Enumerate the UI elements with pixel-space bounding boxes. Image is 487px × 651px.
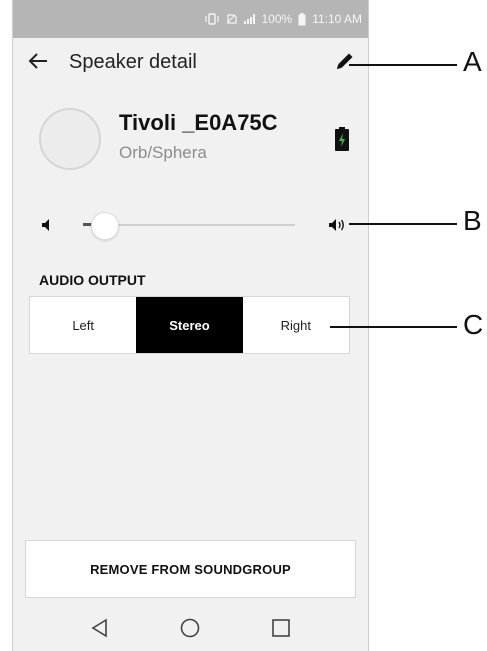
callout-letter-a: A [463,46,482,77]
callout-letter-c: C [463,309,484,340]
signal-icon [243,13,256,25]
vibrate-icon [205,13,220,25]
battery-status-icon [298,12,306,26]
audio-output-label: AUDIO OUTPUT [39,272,146,288]
status-time: 11:10 AM [312,12,362,26]
volume-slider-thumb[interactable] [91,212,120,240]
android-nav-bar [13,604,368,651]
remove-from-soundgroup-button[interactable]: REMOVE FROM SOUNDGROUP [25,540,356,598]
no-sim-icon [225,13,238,25]
page-title: Speaker detail [69,51,197,73]
nav-recents-icon[interactable] [269,616,293,640]
app-header: Speaker detail [13,38,368,86]
volume-high-icon [327,216,349,234]
audio-output-stereo[interactable]: Stereo [136,297,243,353]
volume-row [13,200,368,250]
nav-home-icon[interactable] [178,616,202,640]
battery-charging-icon [335,127,349,151]
nav-back-icon[interactable] [88,616,112,640]
phone-screen: 100% 11:10 AM Speaker detail Tivoli _E0A… [12,0,369,651]
callout-line-c [330,326,457,328]
audio-output-selector: Left Stereo Right [29,296,350,354]
speaker-name: Tivoli _E0A75C [119,110,278,135]
callout-line-a [349,64,457,66]
audio-output-left[interactable]: Left [30,297,136,353]
speaker-avatar [39,108,101,170]
callout-line-b [349,223,457,225]
volume-low-icon [39,216,57,234]
speaker-model: Orb/Sphera [119,143,207,162]
callout-letter-b: B [463,205,482,236]
audio-output-right[interactable]: Right [243,297,349,353]
status-bar: 100% 11:10 AM [13,0,368,38]
back-arrow-icon[interactable] [27,50,49,78]
edit-pencil-icon[interactable] [334,50,358,74]
battery-percent: 100% [261,12,293,26]
